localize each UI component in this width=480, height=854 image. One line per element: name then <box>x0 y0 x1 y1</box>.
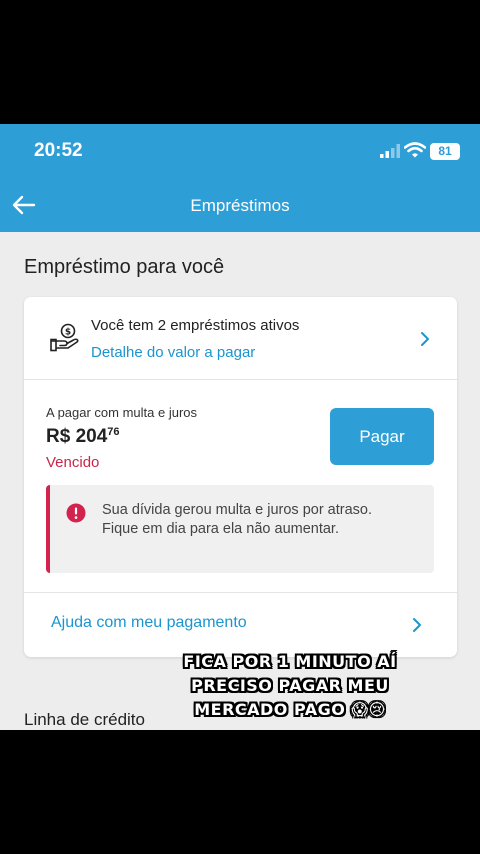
app-header: Empréstimos <box>0 180 480 232</box>
caption-line-1: FICA POR 1 MINUTO AÍ <box>183 652 397 671</box>
chevron-right-icon <box>413 618 421 632</box>
status-bar: 20:52 81 <box>0 124 480 180</box>
money-hand-icon: $ <box>50 323 79 352</box>
app-screen: 20:52 81 Empréstimos Empréstimo para voc… <box>0 124 480 730</box>
error-circle-icon <box>66 503 86 523</box>
pay-button[interactable]: Pagar <box>330 408 434 465</box>
payment-help-row[interactable]: Ajuda com meu pagamento <box>24 593 457 657</box>
overdue-status: Vencido <box>46 454 100 471</box>
amount-main: R$ 204 <box>46 426 108 447</box>
story-caption: FICA POR 1 MINUTO AÍ PRECISO PAGAR MEU M… <box>160 650 420 722</box>
active-loans-count: Você tem 2 empréstimos ativos <box>91 317 300 334</box>
caption-line-2: PRECISO PAGAR MEU <box>191 676 389 695</box>
amount-due: R$ 20476 <box>46 426 120 448</box>
amount-cents: 76 <box>107 426 120 438</box>
divider <box>24 379 457 380</box>
overdue-alert: Sua dívida gerou multa e juros por atras… <box>46 485 434 573</box>
wifi-icon <box>404 142 426 158</box>
battery-indicator: 81 <box>430 143 460 160</box>
chevron-right-icon <box>421 332 429 346</box>
signal-bars-icon <box>380 144 400 158</box>
alert-accent-bar <box>46 485 50 573</box>
active-loans-row[interactable]: $ Você tem 2 empréstimos ativos Detalhe … <box>24 297 457 379</box>
caption-line-3: MERCADO PAGO 😱😢 <box>194 700 386 719</box>
credit-line-title: Linha de crédito <box>24 710 145 729</box>
payment-help-label: Ajuda com meu pagamento <box>51 614 247 631</box>
page-title: Empréstimos <box>190 196 290 215</box>
loan-card: $ Você tem 2 empréstimos ativos Detalhe … <box>24 297 457 657</box>
due-label: A pagar com multa e juros <box>46 405 198 420</box>
alert-message: Sua dívida gerou multa e juros por atras… <box>102 502 373 537</box>
amount-detail-link[interactable]: Detalhe do valor a pagar <box>91 344 255 361</box>
svg-text:$: $ <box>65 328 71 338</box>
section-title: Empréstimo para você <box>24 256 225 278</box>
status-time: 20:52 <box>34 140 83 161</box>
